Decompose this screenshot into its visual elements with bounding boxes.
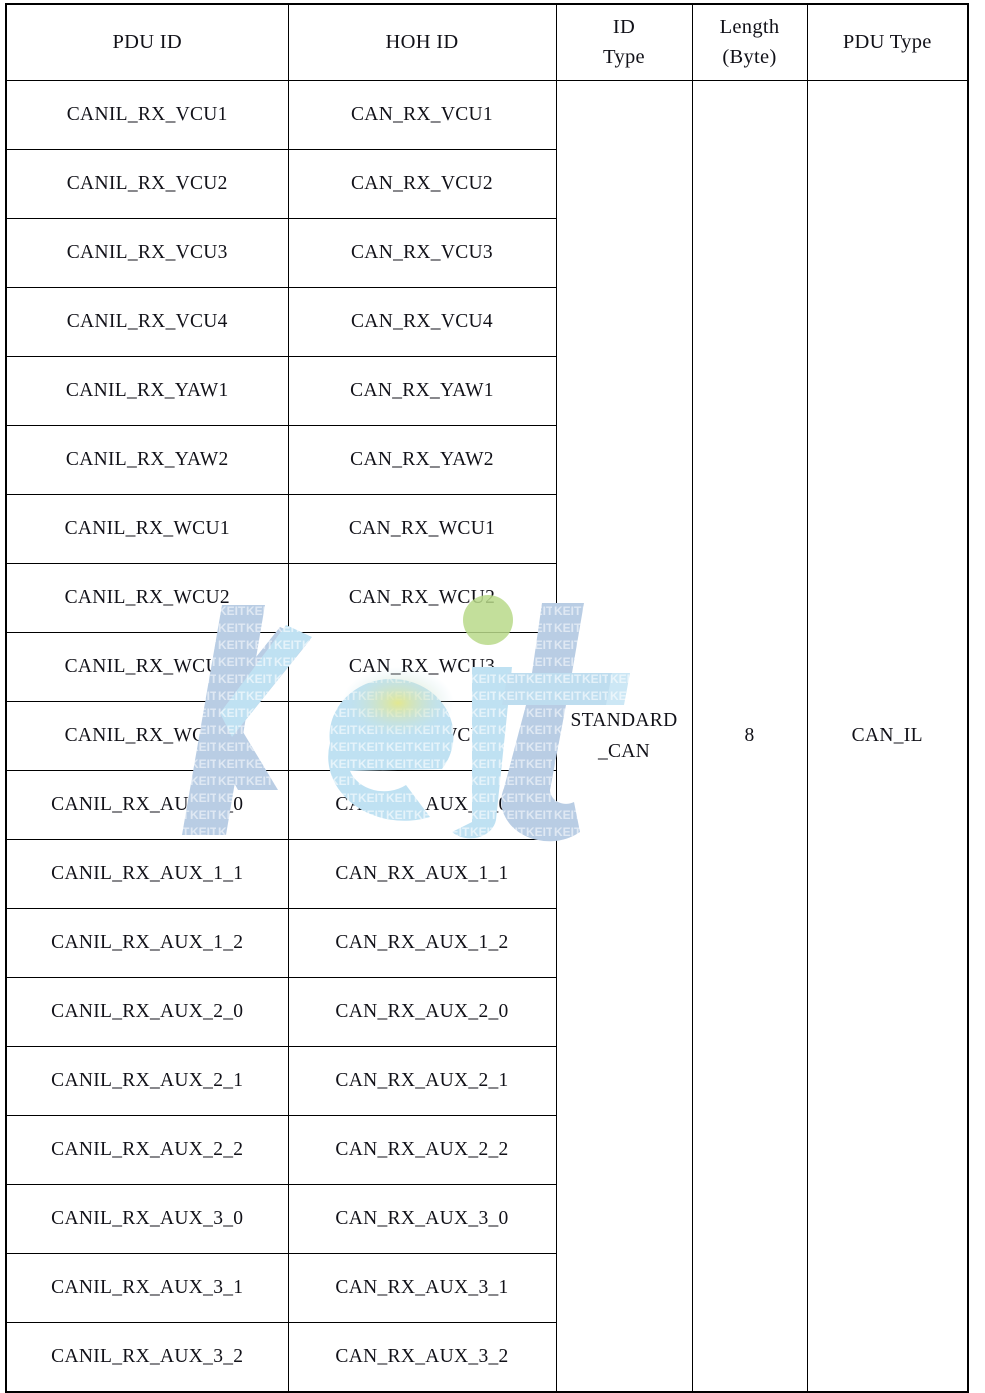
column-header-length-line1: Length bbox=[719, 15, 780, 38]
cell-hoh-id: CAN_RX_AUX_1_2 bbox=[287, 908, 557, 978]
table-body: CANIL_RX_VCU1 CAN_RX_VCU1 STANDARD _CAN 8 CAN… bbox=[5, 80, 969, 1393]
cell-hoh-id: CAN_RX_AUX_3_1 bbox=[287, 1253, 557, 1323]
cell-hoh-id: CAN_RX_WCU4 bbox=[287, 701, 557, 771]
cell-hoh-id: CAN_RX_WCU1 bbox=[287, 494, 557, 564]
cell-hoh-id: CAN_RX_VCU1 bbox=[287, 80, 557, 150]
cell-hoh-id: CAN_RX_AUX_2_2 bbox=[287, 1115, 557, 1185]
cell-hoh-id: CAN_RX_VCU2 bbox=[287, 149, 557, 219]
cell-hoh-id: CAN_RX_AUX_1_0 bbox=[287, 770, 557, 840]
cell-pdu-type-merged: CAN_IL bbox=[806, 80, 969, 1393]
cell-hoh-id: CAN_RX_AUX_3_0 bbox=[287, 1184, 557, 1254]
cell-pdu-id: CANIL_RX_WCU3 bbox=[5, 632, 289, 702]
cell-length-merged: 8 bbox=[691, 80, 808, 1393]
cell-pdu-id: CANIL_RX_AUX_1_0 bbox=[5, 770, 289, 840]
cell-pdu-id: CANIL_RX_VCU1 bbox=[5, 80, 289, 150]
table-row: CANIL_RX_VCU1 CAN_RX_VCU1 STANDARD _CAN 8 CAN… bbox=[5, 80, 969, 1393]
cell-pdu-id: CANIL_RX_VCU4 bbox=[5, 287, 289, 357]
cell-hoh-id: CAN_RX_AUX_1_1 bbox=[287, 839, 557, 909]
cell-pdu-id: CANIL_RX_WCU4 bbox=[5, 701, 289, 771]
header-row: PDU ID HOH ID ID Type Length (Byte) PDU … bbox=[5, 3, 969, 81]
cell-hoh-id: CAN_RX_WCU3 bbox=[287, 632, 557, 702]
cell-hoh-id: CAN_RX_AUX_2_1 bbox=[287, 1046, 557, 1116]
cell-pdu-id: CANIL_RX_AUX_1_2 bbox=[5, 908, 289, 978]
cell-pdu-id: CANIL_RX_AUX_2_1 bbox=[5, 1046, 289, 1116]
cell-pdu-id: CANIL_RX_WCU1 bbox=[5, 494, 289, 564]
cell-pdu-id: CANIL_RX_YAW1 bbox=[5, 356, 289, 426]
column-header-pdu-id: PDU ID bbox=[5, 3, 289, 81]
cell-pdu-id: CANIL_RX_AUX_3_0 bbox=[5, 1184, 289, 1254]
cell-pdu-id: CANIL_RX_AUX_3_1 bbox=[5, 1253, 289, 1323]
column-header-id-type: ID Type bbox=[555, 3, 693, 81]
column-header-id-type-line2: Type bbox=[603, 45, 645, 68]
column-header-length-line2: (Byte) bbox=[722, 45, 777, 68]
cell-pdu-id: CANIL_RX_AUX_2_2 bbox=[5, 1115, 289, 1185]
cell-hoh-id: CAN_RX_YAW1 bbox=[287, 356, 557, 426]
cell-id-type-merged: STANDARD _CAN bbox=[555, 80, 693, 1393]
column-header-length: Length (Byte) bbox=[691, 3, 808, 81]
pdu-mapping-table: PDU ID HOH ID ID Type Length (Byte) PDU … bbox=[5, 3, 969, 1393]
cell-hoh-id: CAN_RX_AUX_2_0 bbox=[287, 977, 557, 1047]
table-header: PDU ID HOH ID ID Type Length (Byte) PDU … bbox=[5, 3, 969, 81]
cell-pdu-id: CANIL_RX_VCU3 bbox=[5, 218, 289, 288]
cell-pdu-id: CANIL_RX_WCU2 bbox=[5, 563, 289, 633]
cell-hoh-id: CAN_RX_WCU2 bbox=[287, 563, 557, 633]
column-header-id-type-line1: ID bbox=[612, 15, 636, 38]
column-header-hoh-id: HOH ID bbox=[287, 3, 557, 81]
cell-hoh-id: CAN_RX_VCU4 bbox=[287, 287, 557, 357]
column-header-pdu-type: PDU Type bbox=[806, 3, 969, 81]
cell-pdu-id: CANIL_RX_AUX_1_1 bbox=[5, 839, 289, 909]
cell-id-type-line1: STANDARD bbox=[570, 709, 678, 731]
cell-hoh-id: CAN_RX_VCU3 bbox=[287, 218, 557, 288]
cell-id-type-line2: _CAN bbox=[597, 741, 651, 762]
cell-pdu-id: CANIL_RX_YAW2 bbox=[5, 425, 289, 495]
cell-pdu-id: CANIL_RX_VCU2 bbox=[5, 149, 289, 219]
cell-hoh-id: CAN_RX_YAW2 bbox=[287, 425, 557, 495]
cell-pdu-id: CANIL_RX_AUX_2_0 bbox=[5, 977, 289, 1047]
